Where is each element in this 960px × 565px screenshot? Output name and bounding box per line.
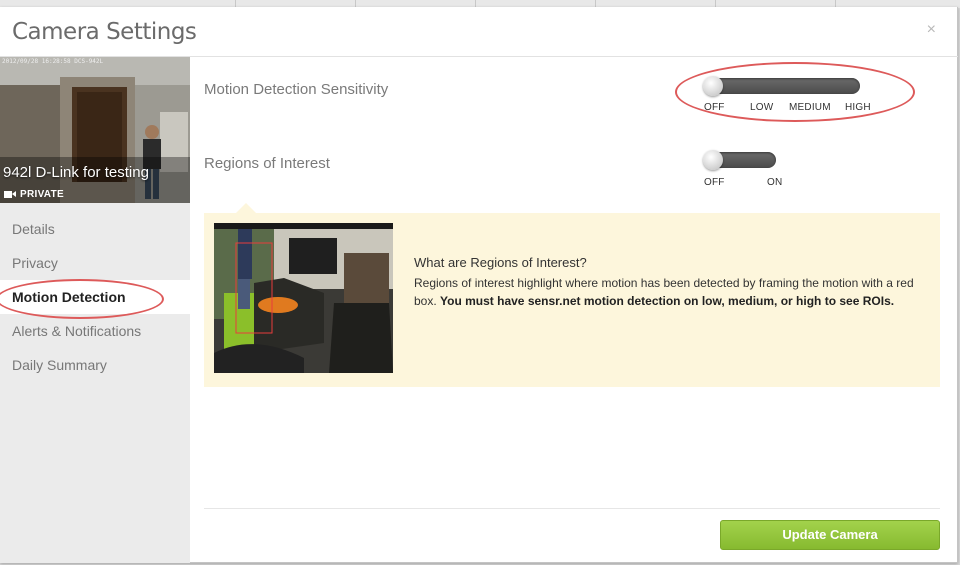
roi-info-box: What are Regions of Interest? Regions of…	[204, 213, 940, 387]
sidebar: 2012/09/28 16:28:58 DCS-942L 942l D-Link…	[0, 57, 190, 563]
info-text-bold: You must have sensr.net motion detection…	[440, 294, 895, 308]
update-camera-button[interactable]: Update Camera	[720, 520, 940, 550]
sensitivity-tick-off: OFF	[704, 102, 725, 113]
camera-thumbnail[interactable]: 2012/09/28 16:28:58 DCS-942L 942l D-Link…	[0, 57, 190, 203]
footer-divider	[204, 508, 940, 509]
privacy-badge-label: PRIVATE	[20, 189, 64, 200]
sidebar-item-privacy[interactable]: Privacy	[0, 246, 190, 280]
sensitivity-tick-medium: MEDIUM	[789, 102, 831, 113]
motion-detection-panel: Motion Detection Sensitivity OFF LOW MED…	[204, 57, 940, 563]
sidebar-item-motion-detection[interactable]: Motion Detection	[0, 280, 190, 314]
timestamp-overlay: 2012/09/28 16:28:58 DCS-942L	[2, 58, 104, 65]
roi-tick-off: OFF	[704, 177, 725, 188]
camera-name: 942l D-Link for testing	[3, 164, 149, 181]
privacy-badge: PRIVATE	[4, 189, 64, 200]
close-icon[interactable]: ×	[927, 21, 936, 39]
dialog-title: Camera Settings	[12, 19, 197, 45]
roi-toggle[interactable]	[703, 150, 776, 170]
roi-label: Regions of Interest	[204, 155, 330, 172]
info-pointer	[236, 203, 256, 213]
roi-tick-on: ON	[767, 177, 783, 188]
sensitivity-tick-low: LOW	[750, 102, 774, 113]
sensitivity-slider-handle[interactable]	[703, 76, 723, 96]
sensitivity-slider[interactable]	[703, 76, 860, 96]
sidebar-item-daily-summary[interactable]: Daily Summary	[0, 348, 190, 382]
sensitivity-label: Motion Detection Sensitivity	[204, 81, 389, 98]
camera-snapshot-image	[0, 57, 190, 203]
roi-example-snapshot	[214, 223, 393, 373]
roi-toggle-handle[interactable]	[703, 150, 723, 170]
sensitivity-tick-high: HIGH	[845, 102, 871, 113]
info-title: What are Regions of Interest?	[414, 255, 587, 270]
sidebar-item-alerts-notifications[interactable]: Alerts & Notifications	[0, 314, 190, 348]
sidebar-item-details[interactable]: Details	[0, 212, 190, 246]
dialog-header: Camera Settings ×	[0, 7, 958, 57]
video-camera-icon	[4, 191, 16, 198]
info-description: Regions of interest highlight where moti…	[414, 274, 914, 310]
camera-settings-dialog: Camera Settings × 2012/09/28 16:28:58 DC…	[0, 7, 958, 563]
roi-example-image	[214, 223, 393, 373]
settings-nav: Details Privacy Motion Detection Alerts …	[0, 212, 190, 382]
